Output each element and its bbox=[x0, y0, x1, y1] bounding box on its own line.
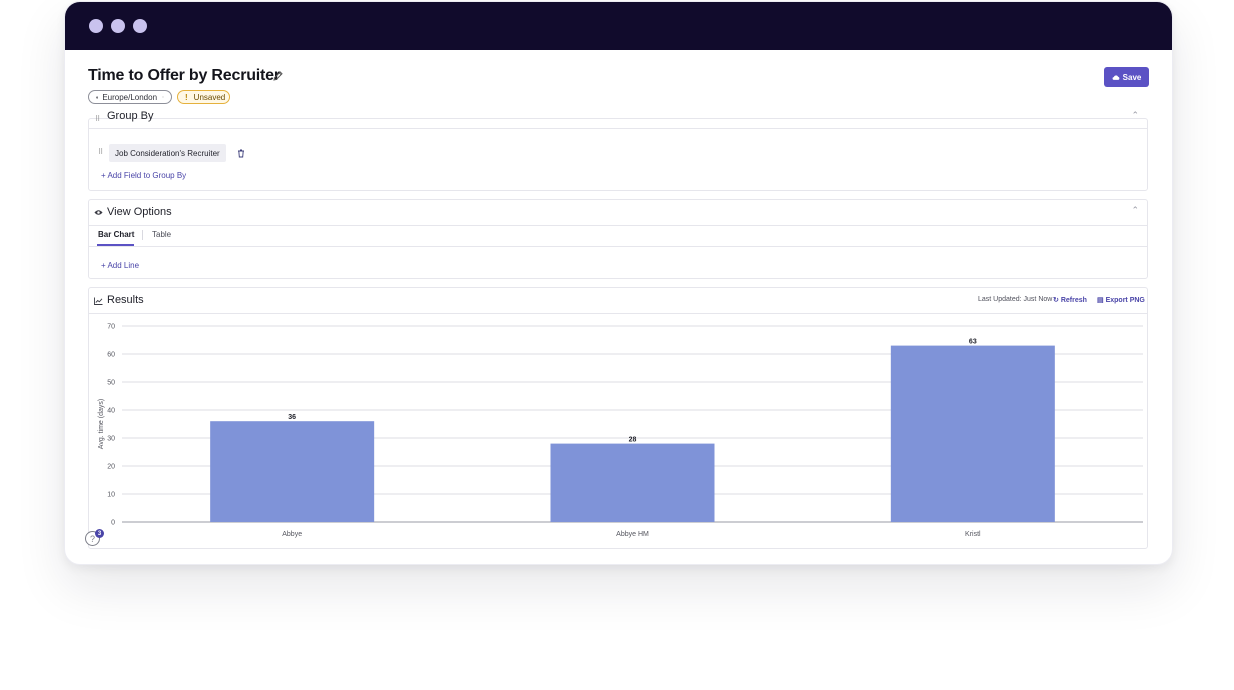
pencil-icon[interactable] bbox=[272, 70, 284, 82]
timezone-selector[interactable]: Europe/London bbox=[88, 90, 172, 104]
app-window: Time to Offer by Recruiter Europe/London… bbox=[64, 1, 1173, 565]
window-control-dot[interactable] bbox=[89, 19, 103, 33]
y-tick-label: 70 bbox=[107, 324, 115, 331]
add-field-to-group-by-link[interactable]: + Add Field to Group By bbox=[101, 171, 186, 180]
chevron-down-icon bbox=[162, 96, 164, 98]
results-card: Results Last Updated: Just Now ↻ Refresh… bbox=[88, 287, 1148, 549]
y-tick-label: 40 bbox=[107, 408, 115, 415]
chart-bars bbox=[210, 345, 1055, 522]
add-line-link[interactable]: + Add Line bbox=[101, 261, 139, 270]
report-content: Time to Offer by Recruiter Europe/London… bbox=[65, 50, 1172, 564]
unsaved-badge: ! Unsaved bbox=[177, 90, 230, 104]
x-tick-label: Kristl bbox=[965, 531, 981, 538]
save-label: Save bbox=[1122, 72, 1142, 82]
y-tick-label: 20 bbox=[107, 464, 115, 471]
group-by-header[interactable]: ⠿ Group By ⌃ bbox=[89, 110, 1147, 129]
y-axis-ticks: 0 10 20 30 40 50 60 70 bbox=[107, 324, 115, 527]
x-tick-label: Abbye HM bbox=[616, 531, 649, 538]
bar-data-label: 36 bbox=[288, 414, 296, 421]
chevron-up-icon[interactable]: ⌃ bbox=[1131, 205, 1139, 216]
y-tick-label: 50 bbox=[107, 380, 115, 387]
window-control-dot[interactable] bbox=[111, 19, 125, 33]
y-tick-label: 10 bbox=[107, 492, 115, 499]
group-by-title: Group By bbox=[107, 110, 154, 122]
drag-handle-icon[interactable]: ⠿ bbox=[98, 148, 103, 156]
y-tick-label: 30 bbox=[107, 436, 115, 443]
bar[interactable] bbox=[210, 421, 375, 522]
tab-table[interactable]: Table bbox=[152, 230, 171, 239]
x-axis-ticks: Abbye Abbye HM Kristl bbox=[282, 531, 981, 538]
group-by-card: ⠿ Group By ⌃ ⠿ Job Consideration's Recru… bbox=[88, 110, 1148, 191]
page-title: Time to Offer by Recruiter bbox=[88, 67, 280, 84]
window-titlebar bbox=[65, 2, 1172, 50]
y-axis-label: Avg. time (days) bbox=[98, 399, 105, 449]
globe-icon bbox=[96, 95, 99, 99]
bar[interactable] bbox=[550, 443, 715, 522]
save-button[interactable]: Save bbox=[1104, 67, 1149, 87]
tabs-divider bbox=[89, 246, 1147, 247]
view-options-title: View Options bbox=[107, 206, 172, 218]
bar-data-label: 63 bbox=[969, 339, 977, 346]
cloud-save-icon bbox=[1112, 74, 1120, 80]
trash-icon[interactable] bbox=[237, 149, 245, 158]
view-options-header[interactable]: View Options ⌃ bbox=[89, 200, 1147, 226]
tab-separator bbox=[142, 230, 143, 240]
window-control-dot[interactable] bbox=[133, 19, 147, 33]
eye-icon bbox=[94, 210, 103, 215]
notification-badge: 3 bbox=[95, 529, 104, 538]
bar-chart: 0 10 20 30 40 50 60 70 36 28 63 Abbye Abbye HM Kris… bbox=[98, 324, 1143, 538]
group-by-field-label: Job Consideration's Recruiter bbox=[115, 148, 220, 158]
help-icon: ? bbox=[89, 533, 95, 544]
bar-data-label: 28 bbox=[629, 437, 637, 444]
warning-icon: ! bbox=[185, 92, 188, 102]
y-tick-label: 0 bbox=[111, 520, 115, 527]
chevron-up-icon[interactable]: ⌃ bbox=[1131, 110, 1139, 121]
y-tick-label: 60 bbox=[107, 352, 115, 359]
bar[interactable] bbox=[890, 345, 1055, 522]
drag-handle-icon[interactable]: ⠿ bbox=[95, 115, 100, 123]
view-options-card: View Options ⌃ Bar Chart Table + Add Lin… bbox=[88, 199, 1148, 279]
tab-bar-chart[interactable]: Bar Chart bbox=[98, 230, 134, 239]
group-by-field-chip[interactable]: Job Consideration's Recruiter bbox=[109, 144, 226, 162]
status-label: Unsaved bbox=[193, 92, 226, 102]
x-tick-label: Abbye bbox=[282, 531, 302, 538]
timezone-label: Europe/London bbox=[102, 92, 158, 102]
